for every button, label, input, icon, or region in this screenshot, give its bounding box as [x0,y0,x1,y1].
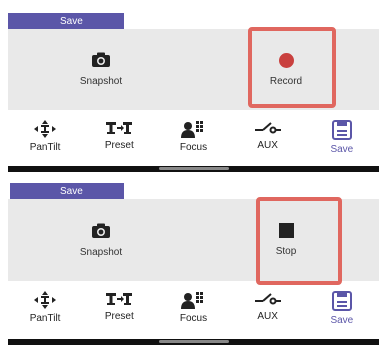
preset-icon [106,293,133,305]
save-icon [331,291,352,311]
tab-pantilt[interactable]: PanTilt [15,110,75,153]
tab-save[interactable]: Save [312,281,372,326]
tab-focus-label: Focus [179,313,208,324]
home-indicator[interactable] [158,340,229,343]
tab-preset-label: Preset [104,311,134,322]
pan-tilt-icon [34,291,57,309]
save-icon [331,120,352,140]
snapshot-label: Snapshot [79,76,123,87]
tab-pantilt[interactable]: PanTilt [15,281,75,324]
tab-preset[interactable]: Preset [89,110,149,151]
pan-tilt-icon [34,120,57,138]
snapshot-button[interactable]: Snapshot [8,199,194,281]
save-tab-header: Save [10,183,124,199]
tab-preset-label: Preset [104,140,134,151]
tab-save-label: Save [330,315,354,326]
tab-aux-label: AUX [257,140,278,151]
preset-icon [106,122,133,134]
tab-preset[interactable]: Preset [89,281,149,322]
focus-icon [181,292,204,309]
bottom-toolbar: PanTilt Preset Focus AUX Save [8,281,379,339]
aux-switch-icon [254,122,281,134]
snapshot-button[interactable]: Snapshot [8,29,194,110]
bottom-toolbar: PanTilt Preset Focus AUX Save [8,110,379,166]
tab-focus-label: Focus [179,142,208,153]
home-indicator[interactable] [158,167,229,170]
tab-focus[interactable]: Focus [163,110,223,153]
navigation-bar [8,339,379,345]
stop-highlight-box [256,197,342,285]
camera-icon [92,52,110,67]
tab-pantilt-label: PanTilt [29,313,61,324]
tab-focus[interactable]: Focus [163,281,223,324]
navigation-bar [8,166,379,172]
record-highlight-box [248,27,336,108]
tab-save-label: Save [330,144,354,155]
camera-icon [92,223,110,238]
tab-aux[interactable]: AUX [238,110,298,151]
aux-switch-icon [254,293,281,305]
tab-aux-label: AUX [257,311,278,322]
save-panel-recording: Save Snapshot Record PanTilt Preset Focu… [0,0,387,176]
snapshot-label: Snapshot [79,246,123,258]
tab-save[interactable]: Save [312,110,372,155]
save-tab-header: Save [8,13,124,29]
tab-aux[interactable]: AUX [238,281,298,322]
focus-icon [181,121,204,138]
tab-pantilt-label: PanTilt [29,142,61,153]
